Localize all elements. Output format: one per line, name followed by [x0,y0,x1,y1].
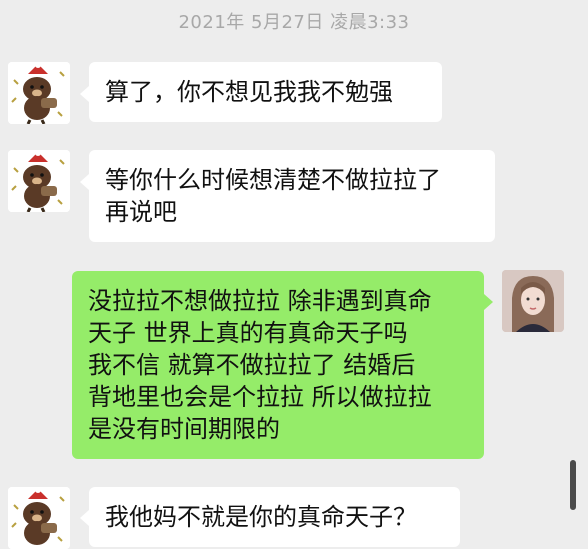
scrollbar[interactable] [570,460,576,510]
bear-avatar-icon [8,150,70,212]
bear-avatar[interactable] [8,150,70,212]
message-bubble[interactable]: 我他妈不就是你的真命天子？ [89,487,460,547]
bear-avatar[interactable] [8,487,70,549]
bear-avatar-icon [8,487,70,549]
message-bubble[interactable]: 等你什么时候想清楚不做拉拉了 再说吧 [89,150,495,242]
message-bubble[interactable]: 没拉拉不想做拉拉 除非遇到真命 天子 世界上真的有真命天子吗 我不信 就算不做拉… [72,271,484,459]
bubble-tail [80,174,89,190]
girl-avatar-icon [502,270,564,332]
message-bubble[interactable]: 算了，你不想见我我不勉强 [89,62,442,122]
message-timestamp: 2021年 5月27日 凌晨3:33 [178,12,410,33]
bubble-tail [80,86,89,102]
bear-avatar-icon [8,62,70,124]
bubble-tail [484,294,493,310]
girl-avatar[interactable] [502,270,564,332]
bear-avatar[interactable] [8,62,70,124]
bubble-tail [80,510,89,526]
